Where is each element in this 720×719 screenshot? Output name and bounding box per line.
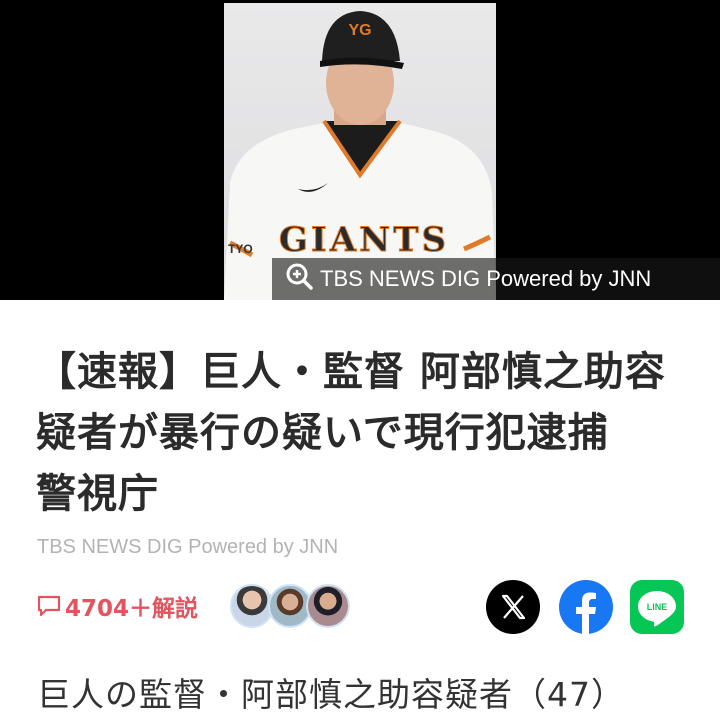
article-lead: 巨人の監督・阿部慎之助容疑者（47） [37,675,625,714]
line-icon: LINE [630,580,684,634]
comments-count: 4704＋解説 [65,596,199,622]
sleeve-text: TYO [228,242,253,256]
cap-logo: YG [348,22,371,39]
comments-link[interactable]: 4704＋解説 [37,588,198,624]
share-facebook-button[interactable] [559,580,613,634]
hero-image-area[interactable]: YG GIANTS TYO TBS NEWS DIG Powered by JN… [0,0,720,300]
svg-text:LINE: LINE [647,602,668,612]
article-title: 【速報】巨人・監督 阿部慎之助容疑者が暴行の疑いで現行犯逮捕 警視庁 [36,349,666,517]
avatar [306,584,350,628]
x-icon [486,580,540,634]
facebook-icon [559,580,613,634]
share-line-button[interactable]: LINE [630,580,684,634]
article-source[interactable]: TBS NEWS DIG Powered by JNN [37,536,338,559]
photo-credit-bar[interactable]: TBS NEWS DIG Powered by JNN [272,258,720,300]
zoom-in-icon[interactable] [272,261,320,297]
article-photo[interactable]: YG GIANTS TYO [224,3,496,300]
expert-avatars[interactable] [230,584,350,628]
jersey-wordmark: GIANTS [279,220,449,260]
baseball-manager-photo: YG GIANTS TYO [224,11,496,300]
share-x-button[interactable] [486,580,540,634]
comment-bubble-icon [37,595,61,617]
photo-credit-text: TBS NEWS DIG Powered by JNN [320,266,652,291]
